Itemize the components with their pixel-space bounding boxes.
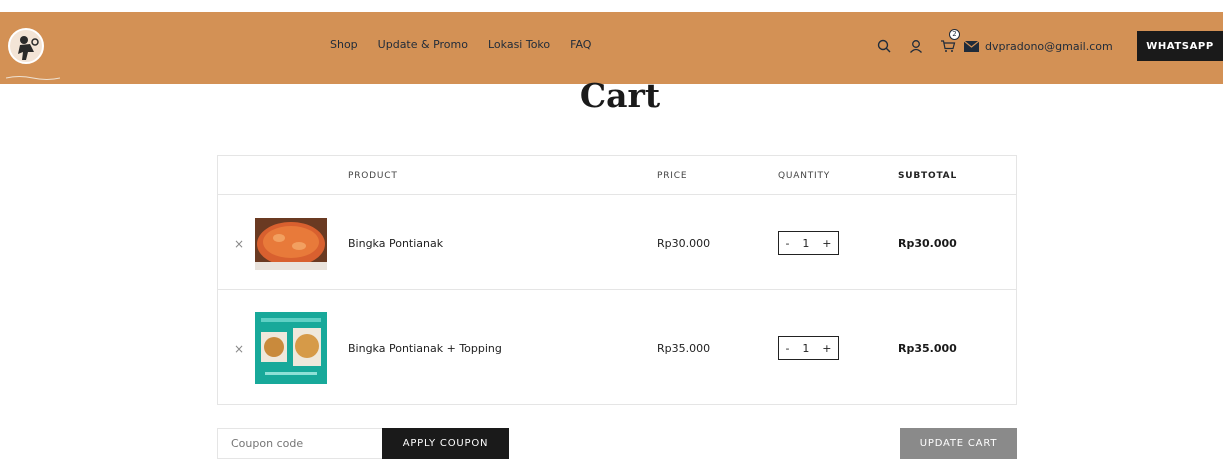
- table-row: × Bingka Pontianak + Topping Rp35.000 - …: [218, 291, 1016, 405]
- header-icons: 2: [872, 29, 968, 58]
- qty-plus-button[interactable]: +: [822, 237, 831, 250]
- search-icon[interactable]: [872, 34, 896, 58]
- table-header: PRODUCT PRICE QUANTITY SUBTOTAL: [218, 156, 1016, 195]
- whatsapp-button[interactable]: WHATSAPP: [1137, 31, 1223, 61]
- remove-item-button[interactable]: ×: [234, 342, 244, 356]
- nav-shop[interactable]: Shop: [330, 38, 358, 51]
- table-row: × Bingka Pontianak Rp30.000 - 1 + Rp30.0…: [218, 196, 1016, 290]
- qty-minus-button[interactable]: -: [785, 342, 789, 355]
- update-cart-button[interactable]: UPDATE CART: [900, 428, 1017, 459]
- item-subtotal: Rp35.000: [898, 342, 957, 355]
- email-address: dvpradono@gmail.com: [985, 40, 1113, 53]
- coupon-code-input[interactable]: [217, 428, 383, 459]
- quantity-stepper[interactable]: - 1 +: [778, 336, 839, 360]
- site-header: Shop Update & Promo Lokasi Toko FAQ 2 dv…: [0, 12, 1223, 84]
- nav-faq[interactable]: FAQ: [570, 38, 591, 51]
- product-price: Rp35.000: [657, 342, 711, 355]
- cart-table: PRODUCT PRICE QUANTITY SUBTOTAL × Bingka…: [217, 155, 1017, 405]
- item-subtotal: Rp30.000: [898, 237, 957, 250]
- header-price: PRICE: [657, 171, 688, 181]
- email-link[interactable]: dvpradono@gmail.com: [963, 37, 1113, 56]
- page-title: Cart: [579, 76, 661, 115]
- product-thumbnail[interactable]: [255, 218, 327, 270]
- product-price: Rp30.000: [657, 237, 711, 250]
- qty-minus-button[interactable]: -: [785, 237, 789, 250]
- nav-update-promo[interactable]: Update & Promo: [378, 38, 468, 51]
- qty-value[interactable]: 1: [802, 342, 809, 355]
- product-name[interactable]: Bingka Pontianak: [348, 237, 443, 250]
- logo-icon[interactable]: [8, 28, 44, 64]
- header-product: PRODUCT: [348, 171, 398, 181]
- header-quantity: QUANTITY: [778, 171, 831, 181]
- quantity-stepper[interactable]: - 1 +: [778, 231, 839, 255]
- qty-plus-button[interactable]: +: [822, 342, 831, 355]
- product-thumbnail[interactable]: [255, 312, 327, 384]
- user-icon[interactable]: [904, 34, 928, 58]
- apply-coupon-button[interactable]: APPLY COUPON: [382, 428, 509, 459]
- nav-lokasi-toko[interactable]: Lokasi Toko: [488, 38, 550, 51]
- product-name[interactable]: Bingka Pontianak + Topping: [348, 342, 502, 355]
- qty-value[interactable]: 1: [802, 237, 809, 250]
- mail-icon: [963, 37, 980, 56]
- remove-item-button[interactable]: ×: [234, 237, 244, 251]
- cart-count-badge: 2: [949, 29, 960, 40]
- header-subtotal: SUBTOTAL: [898, 171, 957, 181]
- main-nav: Shop Update & Promo Lokasi Toko FAQ: [330, 38, 611, 51]
- cart-icon[interactable]: 2: [936, 29, 960, 58]
- logo-decoration: [5, 66, 61, 80]
